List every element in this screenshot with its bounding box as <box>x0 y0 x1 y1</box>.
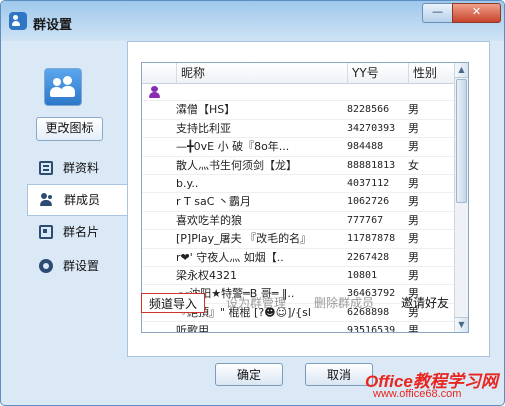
member-sex: 男 <box>408 250 419 264</box>
member-yy-number: 88881813 <box>347 159 396 171</box>
member-nickname: 散人灬书生何须剑【龙】 <box>176 158 297 172</box>
member-yy-number: 8228566 <box>347 104 390 116</box>
member-nickname: 梁永权4321 <box>176 268 237 282</box>
table-row[interactable]: r❤' 守夜人灬 如烟【.. 2267428 男 <box>142 249 454 267</box>
member-sex: 男 <box>408 140 419 154</box>
table-row[interactable]: [P]Play_屠夫 『改毛的名』 11787878 男 <box>142 230 454 249</box>
close-button[interactable]: ✕ <box>452 3 501 23</box>
remove-member-button[interactable]: 删除群成员 <box>314 293 374 313</box>
people-icon <box>40 193 54 207</box>
app-logo-icon <box>9 12 27 30</box>
member-nickname: 喜欢吃羊的狼 <box>176 213 242 227</box>
watermark-title: Office教程学习网 <box>365 367 498 392</box>
sidebar: 更改图标 群资料 群成员 群名片 群设置 <box>1 41 128 405</box>
table-row[interactable]: 支持比利亚 34270393 男 <box>142 120 454 139</box>
member-nickname: r T saC 丶霸月 <box>176 195 251 209</box>
member-sex: 男 <box>408 176 419 190</box>
table-row[interactable]: 散人灬书生何须剑【龙】 88881813 女 <box>142 157 454 175</box>
member-sex: 男 <box>408 103 419 117</box>
member-yy-number: 10801 <box>347 269 378 281</box>
scroll-down-icon[interactable]: ▼ <box>455 317 468 332</box>
member-sex: 男 <box>408 324 419 333</box>
sidebar-item-group-card[interactable]: 群名片 <box>27 217 128 247</box>
member-sex: 男 <box>408 121 419 135</box>
cancel-button[interactable]: 取消 <box>305 363 373 386</box>
member-sex: 男 <box>408 268 419 282</box>
table-row[interactable]: b.y.. 4037112 男 <box>142 175 454 194</box>
watermark-rest: 教程学习网 <box>412 372 498 391</box>
sidebar-item-label: 群设置 <box>63 259 100 273</box>
table-row[interactable]: —╋0vE 小 破『8ο年... 984488 男 <box>142 138 454 157</box>
member-yy-number: 777767 <box>347 214 384 226</box>
sidebar-item-group-members[interactable]: 群成员 <box>27 184 128 216</box>
member-yy-number: 984488 <box>347 141 384 153</box>
sidebar-item-label: 群资料 <box>63 161 100 175</box>
member-nickname: [P]Play_屠夫 『改毛的名』 <box>176 232 312 246</box>
member-nickname: 瀮僧【HS】 <box>176 103 236 117</box>
member-sex: 女 <box>408 158 419 172</box>
sidebar-item-group-settings[interactable]: 群设置 <box>27 251 128 281</box>
member-sex: 男 <box>408 195 419 209</box>
table-row[interactable] <box>142 83 454 102</box>
member-yy-number: 1062726 <box>347 196 390 208</box>
member-role-icon <box>149 86 160 98</box>
import-channel-button[interactable]: 频道导入 <box>141 293 205 313</box>
member-nickname: r❤' 守夜人灬 如烟【.. <box>176 250 284 264</box>
card-icon <box>39 225 53 239</box>
member-yy-number: 93516539 <box>347 325 396 333</box>
window-title: 群设置 <box>33 18 73 33</box>
table-row[interactable]: 瀮僧【HS】 8228566 男 <box>142 101 454 120</box>
vertical-scrollbar[interactable]: ▲ ▼ <box>454 63 468 332</box>
ok-button[interactable]: 确定 <box>215 363 283 386</box>
table-header: 昵称 YY号 性别 <box>142 63 454 84</box>
member-sex: 男 <box>408 232 419 246</box>
watermark: Office教程学习网 www.office68.com <box>361 361 501 401</box>
column-header-sex[interactable]: 性别 <box>408 63 454 83</box>
sidebar-item-label: 群成员 <box>64 193 101 207</box>
group-settings-window: 群设置 — ✕ 更改图标 群资料 群成员 群名片 群设置 昵称 YY号 性别 瀮… <box>0 0 505 406</box>
sidebar-item-group-info[interactable]: 群资料 <box>27 153 128 183</box>
member-yy-number: 11787878 <box>347 233 396 245</box>
document-icon <box>39 161 53 175</box>
member-sex: 男 <box>408 213 419 227</box>
watermark-url: www.office68.com <box>373 388 462 400</box>
member-nickname: —╋0vE 小 破『8ο年... <box>176 140 290 154</box>
invite-friends-button[interactable]: 邀请好友 <box>401 293 449 313</box>
gear-icon <box>39 259 53 273</box>
table-row[interactable]: 听歌用 93516539 男 <box>142 322 454 333</box>
member-nickname: b.y.. <box>176 176 199 190</box>
scroll-thumb[interactable] <box>456 79 467 203</box>
member-nickname: 支持比利亚 <box>176 121 231 135</box>
set-admin-button[interactable]: 设为群管理 <box>226 293 286 313</box>
table-row[interactable]: 梁永权4321 10801 男 <box>142 267 454 286</box>
change-icon-button[interactable]: 更改图标 <box>36 117 103 141</box>
column-header-yy[interactable]: YY号 <box>347 63 408 83</box>
member-yy-number: 34270393 <box>347 122 396 134</box>
title-bar[interactable]: 群设置 — ✕ <box>1 1 504 41</box>
member-yy-number: 2267428 <box>347 251 390 263</box>
minimize-button[interactable]: — <box>422 3 453 23</box>
group-avatar <box>44 68 82 106</box>
sidebar-item-label: 群名片 <box>63 225 100 239</box>
table-row[interactable]: r T saC 丶霸月 1062726 男 <box>142 193 454 212</box>
member-yy-number: 4037112 <box>347 177 390 189</box>
member-nickname: 听歌用 <box>176 324 209 333</box>
column-header-nickname[interactable]: 昵称 <box>176 63 347 83</box>
table-row[interactable]: 喜欢吃羊的狼 777767 男 <box>142 212 454 231</box>
scroll-up-icon[interactable]: ▲ <box>455 63 468 78</box>
